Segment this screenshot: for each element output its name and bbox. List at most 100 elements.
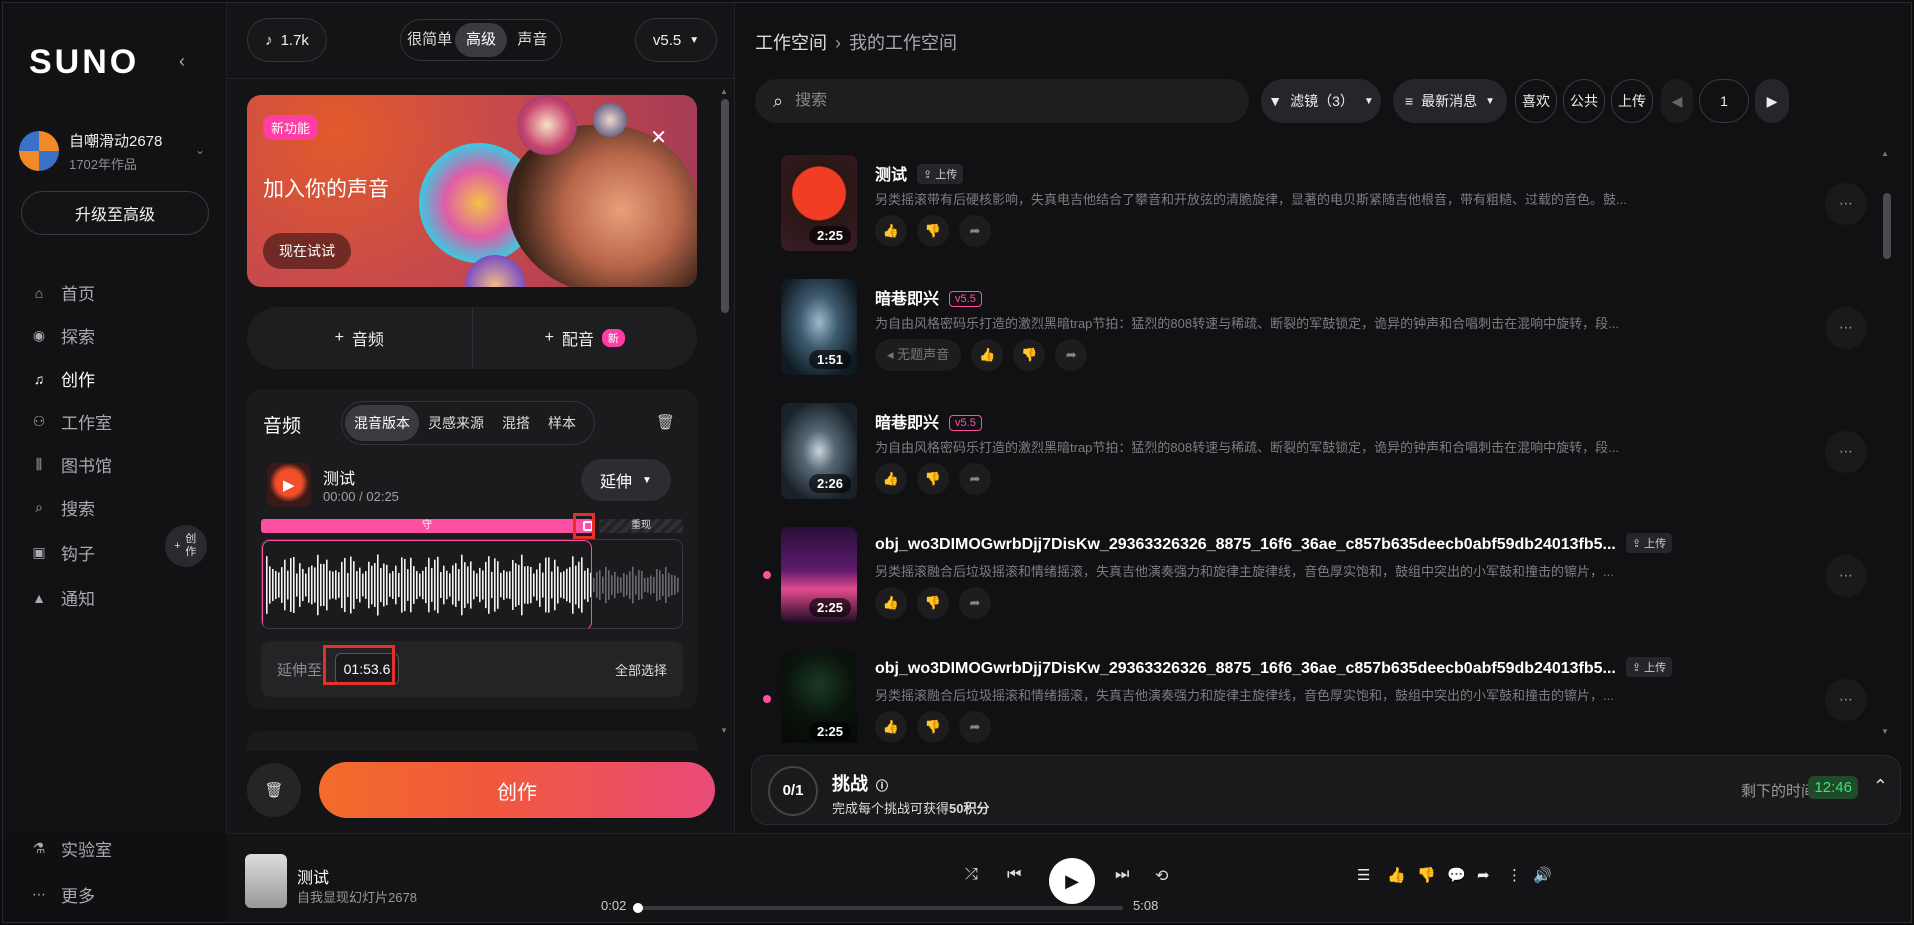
song-cover[interactable]: 2:26 — [781, 403, 857, 499]
thumbs-down-icon[interactable]: 👎 — [1013, 339, 1046, 371]
play-button[interactable]: ▶ — [1049, 858, 1095, 904]
share-icon[interactable]: ➦ — [1055, 339, 1088, 371]
sort-button[interactable]: ≡ 最新消息 ▼ — [1393, 79, 1507, 123]
more-options-button[interactable]: ⋯ — [1825, 431, 1867, 473]
more-options-button[interactable]: ⋯ — [1825, 307, 1867, 349]
keep-segment[interactable]: 守 — [261, 519, 593, 533]
sidebar-item-library[interactable]: ⫼ 图书馆 — [31, 443, 211, 486]
info-icon[interactable]: ⓘ — [876, 779, 888, 793]
tab-sample[interactable]: 样本 — [539, 405, 585, 441]
version-select[interactable]: v5.5 ▼ — [635, 18, 717, 62]
thumbs-up-icon[interactable]: 👍 — [875, 463, 907, 495]
song-title[interactable]: 测试 ⇪ 上传 — [875, 161, 964, 185]
share-icon[interactable]: ➦ — [959, 711, 991, 743]
upgrade-button[interactable]: 升级至高级 — [21, 191, 209, 235]
player-artist[interactable]: 自我显现幻灯片2678 — [297, 887, 417, 906]
next-page-button[interactable]: ▶ — [1755, 79, 1789, 123]
credits-pill[interactable]: ♪ 1.7k — [247, 18, 327, 62]
create-button[interactable]: 创作 — [319, 762, 715, 818]
song-cover[interactable]: 2:25 — [781, 527, 857, 623]
share-icon[interactable]: ➦ — [1477, 866, 1490, 884]
more-vertical-icon[interactable]: ⋮ — [1507, 866, 1522, 884]
volume-icon[interactable]: 🔊 — [1533, 866, 1552, 884]
suno-logo[interactable]: SUNO — [29, 43, 139, 82]
repeat-icon[interactable]: ⟲ — [1155, 866, 1168, 886]
upload-filter-button[interactable]: 上传 — [1611, 79, 1653, 123]
thumbs-down-icon[interactable]: 👎 — [917, 587, 949, 619]
thumbs-down-icon[interactable]: 👎 — [917, 463, 949, 495]
tab-mashup[interactable]: 混搭 — [493, 405, 539, 441]
create-scrollbar[interactable] — [721, 99, 729, 313]
add-audio-button[interactable]: + 音频 — [247, 307, 473, 369]
close-icon[interactable]: ✕ — [650, 125, 667, 150]
add-voice-button[interactable]: + 配音新 — [473, 307, 698, 369]
more-options-button[interactable]: ⋯ — [1825, 555, 1867, 597]
queue-icon[interactable]: ☰ — [1357, 866, 1370, 884]
sidebar-item-home[interactable]: ⌂ 首页 — [31, 271, 211, 314]
thumbs-up-icon[interactable]: 👍 — [1387, 866, 1406, 884]
scroll-up-icon[interactable]: ▲ — [720, 87, 728, 96]
song-cover[interactable]: 2:25 — [781, 155, 857, 251]
song-row[interactable]: 2:26 暗巷即兴 v5.5 为自由风格密码乐打造的激烈黑暗trap节拍：猛烈的8… — [735, 391, 1911, 515]
try-now-button[interactable]: 现在试试 — [263, 233, 351, 269]
progress-knob[interactable] — [633, 903, 644, 913]
previous-icon[interactable]: ⏮ — [1007, 866, 1021, 884]
waveform[interactable] — [261, 539, 683, 629]
tab-inspiration[interactable]: 灵感来源 — [419, 405, 493, 441]
shuffle-icon[interactable]: ⤮ — [965, 866, 978, 884]
select-all-button[interactable]: 全部选择 — [615, 660, 667, 679]
search-input[interactable] — [795, 92, 1196, 110]
thumbs-up-icon[interactable]: 👍 — [875, 587, 907, 619]
thumbs-up-icon[interactable]: 👍 — [971, 339, 1004, 371]
song-row[interactable]: 2:25 obj_wo3DIMOGwrbDjj7DisKw_2936332632… — [735, 639, 1911, 743]
share-icon[interactable]: ➦ — [959, 587, 991, 619]
mode-simple-tab[interactable]: 很简单 — [404, 23, 455, 57]
liked-filter-button[interactable]: 喜欢 — [1515, 79, 1557, 123]
untitled-voice-chip[interactable]: ◂ 无题声音 — [875, 339, 962, 371]
next-icon[interactable]: ⏭ — [1115, 866, 1129, 884]
sidebar-item-explore[interactable]: ◉ 探索 — [31, 314, 211, 357]
sidebar-item-search[interactable]: ⌕ 搜索 — [31, 486, 211, 529]
song-row[interactable]: 1:51 暗巷即兴 v5.5 为自由风格密码乐打造的激烈黑暗trap节拍：猛烈的8… — [735, 267, 1911, 391]
song-row[interactable]: 2:25 obj_wo3DIMOGwrbDjj7DisKw_2936332632… — [735, 515, 1911, 639]
thumbs-up-icon[interactable]: 👍 — [875, 711, 907, 743]
sidebar-item-studio[interactable]: ⚇ 工作室 — [31, 400, 211, 443]
sidebar-item-notifications[interactable]: ▲ 通知 — [31, 576, 211, 619]
song-row[interactable]: 2:25 测试 ⇪ 上传 另类摇滚带有后硬核影响，失真电吉他结合了攀音和开放弦的清… — [735, 143, 1911, 267]
song-cover[interactable]: 1:51 — [781, 279, 857, 375]
trash-icon[interactable]: 🗑 — [247, 763, 301, 817]
thumbs-down-icon[interactable]: 👎 — [917, 215, 949, 247]
thumbs-up-icon[interactable]: 👍 — [875, 215, 907, 247]
progress-bar[interactable] — [633, 903, 1123, 913]
player-title[interactable]: 测试 — [297, 864, 329, 888]
player-cover[interactable] — [245, 854, 287, 908]
scroll-down-icon[interactable]: ▼ — [720, 726, 728, 735]
share-icon[interactable]: ➦ — [959, 463, 991, 495]
mode-advanced-tab[interactable]: 高级 — [455, 23, 507, 57]
song-title[interactable]: 暗巷即兴 v5.5 — [875, 409, 982, 433]
breadcrumb-root[interactable]: 工作空间 — [755, 33, 827, 53]
public-filter-button[interactable]: 公共 — [1563, 79, 1605, 123]
page-number-field[interactable]: 1 — [1699, 79, 1749, 123]
share-icon[interactable]: ➦ — [959, 215, 991, 247]
song-title[interactable]: obj_wo3DIMOGwrbDjj7DisKw_29363326326_887… — [875, 533, 1673, 554]
sidebar-item-create[interactable]: ♫ 创作 — [31, 357, 211, 400]
challenge-bar[interactable]: 0/1 挑战 ⓘ 完成每个挑战可获得50积分 剩下的时间 12:46 ⌃ — [751, 755, 1901, 825]
promo-banner[interactable]: 新功能 加入你的声音 现在试试 ✕ — [247, 95, 697, 287]
thumbs-down-icon[interactable]: 👎 — [1417, 866, 1436, 884]
tab-remix[interactable]: 混音版本 — [345, 405, 419, 441]
song-title[interactable]: obj_wo3DIMOGwrbDjj7DisKw_29363326326_887… — [875, 657, 1673, 678]
clip-thumbnail[interactable]: ▶ — [267, 463, 311, 507]
sidebar-item-more[interactable]: ⋯ 更多 — [31, 871, 112, 917]
collapse-sidebar-icon[interactable]: ‹ — [179, 51, 199, 71]
comment-icon[interactable]: 💬 — [1447, 866, 1466, 884]
more-options-button[interactable]: ⋯ — [1825, 183, 1867, 225]
song-cover[interactable]: 2:25 — [781, 651, 857, 743]
mode-voice-tab[interactable]: 声音 — [507, 23, 558, 57]
waveform-selection[interactable] — [262, 540, 592, 628]
song-title[interactable]: 暗巷即兴 v5.5 — [875, 285, 982, 309]
more-options-button[interactable]: ⋯ — [1825, 679, 1867, 721]
filter-button[interactable]: ▼ 滤镜（3） ▼ — [1261, 79, 1381, 123]
trash-icon[interactable]: 🗑 — [656, 413, 675, 431]
extend-dropdown[interactable]: 延伸 ▼ — [581, 459, 671, 501]
